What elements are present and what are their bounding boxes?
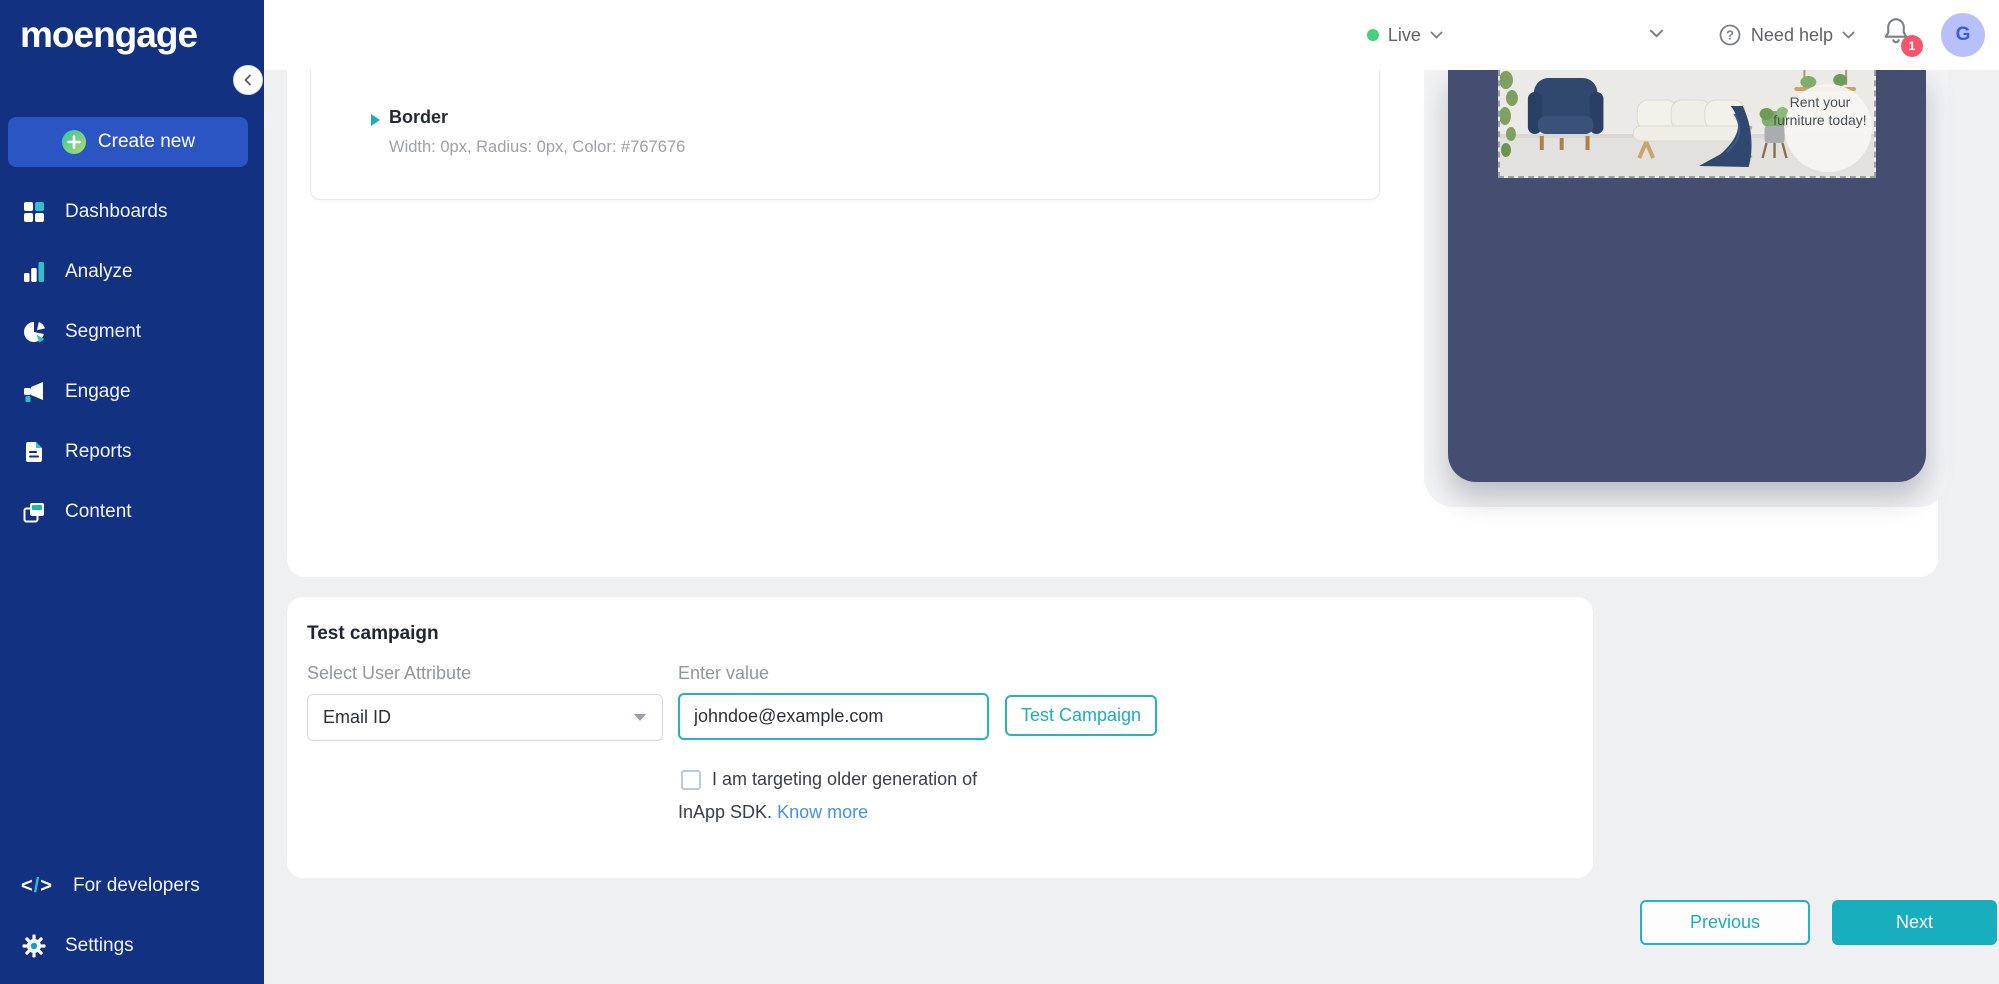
next-button[interactable]: Next bbox=[1832, 900, 1997, 945]
create-new-button[interactable]: Create new bbox=[8, 117, 248, 167]
analyze-icon bbox=[21, 259, 47, 285]
environment-label: Live bbox=[1388, 25, 1421, 46]
code-icon: </> bbox=[21, 875, 55, 898]
border-section-summary: Width: 0px, Radius: 0px, Color: #767676 bbox=[389, 138, 685, 157]
segment-icon bbox=[21, 319, 47, 345]
sidebar-item-content[interactable]: Content bbox=[0, 482, 264, 542]
top-bar: Live ? Need help 1 G bbox=[264, 0, 1999, 70]
user-attribute-select[interactable]: Email ID bbox=[307, 694, 663, 741]
live-status-dot bbox=[1367, 29, 1379, 41]
sidebar-item-segment[interactable]: Segment bbox=[0, 302, 264, 362]
sidebar-item-engage[interactable]: Engage bbox=[0, 362, 264, 422]
need-help-menu[interactable]: ? Need help bbox=[1718, 23, 1855, 47]
sidebar-item-label: Reports bbox=[65, 441, 132, 463]
notification-count-badge: 1 bbox=[1901, 35, 1923, 57]
sidebar-item-label: Segment bbox=[65, 321, 141, 343]
sidebar-item-label: Analyze bbox=[65, 261, 133, 283]
banner-cta-text: Rent your furniture today! bbox=[1772, 94, 1868, 129]
value-label: Enter value bbox=[678, 663, 769, 684]
need-help-label: Need help bbox=[1751, 25, 1833, 46]
sidebar-item-label: Content bbox=[65, 501, 132, 523]
dashboards-icon bbox=[21, 199, 47, 225]
chevron-down-icon bbox=[1649, 29, 1664, 39]
inapp-banner-preview[interactable]: Rent your furniture today! bbox=[1498, 70, 1876, 178]
select-caret-icon bbox=[634, 714, 646, 721]
chevron-left-icon bbox=[243, 74, 253, 86]
app-root: Live ? Need help 1 G bbox=[0, 0, 1999, 984]
notifications-button[interactable]: 1 bbox=[1881, 15, 1915, 55]
chevron-down-icon bbox=[1430, 31, 1443, 40]
gear-icon bbox=[21, 933, 47, 959]
phone-preview-backdrop: Rent your furniture today! bbox=[1424, 70, 1948, 507]
sidebar-item-label: Settings bbox=[65, 935, 134, 957]
previous-button[interactable]: Previous bbox=[1640, 900, 1810, 945]
engage-icon bbox=[21, 379, 47, 405]
test-campaign-button[interactable]: Test Campaign bbox=[1005, 695, 1157, 736]
test-campaign-title: Test campaign bbox=[307, 623, 439, 645]
user-avatar[interactable]: G bbox=[1941, 13, 1985, 57]
sidebar-item-label: Dashboards bbox=[65, 201, 167, 223]
content-icon bbox=[21, 499, 47, 525]
sidebar-nav: Dashboards Analyze Segment bbox=[0, 182, 264, 542]
sidebar-item-dashboards[interactable]: Dashboards bbox=[0, 182, 264, 242]
sidebar-item-reports[interactable]: Reports bbox=[0, 422, 264, 482]
border-section-title: Border bbox=[389, 107, 448, 128]
sidebar-bottom-nav: </> For developers bbox=[0, 856, 264, 976]
phone-preview-screen: Rent your furniture today! bbox=[1448, 70, 1926, 482]
older-sdk-label-line1: I am targeting older generation of bbox=[712, 769, 977, 790]
older-sdk-checkbox[interactable] bbox=[681, 770, 701, 790]
older-sdk-label-line2: InApp SDK. Know more bbox=[678, 802, 868, 823]
environment-dropdown[interactable]: Live bbox=[1367, 25, 1443, 46]
expand-border-section-icon[interactable] bbox=[371, 114, 380, 126]
border-settings-card: Border Width: 0px, Radius: 0px, Color: #… bbox=[310, 70, 1380, 200]
sidebar-collapse-button[interactable] bbox=[233, 65, 263, 95]
moengage-logo: moengage bbox=[0, 0, 264, 56]
create-new-label: Create new bbox=[98, 131, 195, 153]
question-circle-icon: ? bbox=[1718, 23, 1742, 47]
sidebar-item-label: Engage bbox=[65, 381, 131, 403]
sidebar: moengage Create new Dashboards bbox=[0, 0, 264, 984]
plus-circle-icon bbox=[61, 129, 87, 155]
app-switcher-dropdown[interactable] bbox=[1649, 26, 1664, 44]
sidebar-item-label: For developers bbox=[73, 875, 200, 897]
sidebar-item-settings[interactable]: Settings bbox=[0, 916, 264, 976]
know-more-link[interactable]: Know more bbox=[777, 802, 868, 822]
sidebar-item-analyze[interactable]: Analyze bbox=[0, 242, 264, 302]
editor-panel: Border Width: 0px, Radius: 0px, Color: #… bbox=[287, 70, 1938, 577]
older-sdk-label-text: InApp SDK. bbox=[678, 802, 772, 822]
reports-icon bbox=[21, 439, 47, 465]
chevron-down-icon bbox=[1842, 31, 1855, 40]
attribute-value-input[interactable] bbox=[678, 693, 989, 740]
user-attribute-value: Email ID bbox=[308, 707, 634, 728]
svg-text:?: ? bbox=[1726, 28, 1734, 43]
attribute-label: Select User Attribute bbox=[307, 663, 471, 684]
test-campaign-card: Test campaign Select User Attribute Ente… bbox=[287, 597, 1593, 878]
sidebar-item-for-developers[interactable]: </> For developers bbox=[0, 856, 264, 916]
